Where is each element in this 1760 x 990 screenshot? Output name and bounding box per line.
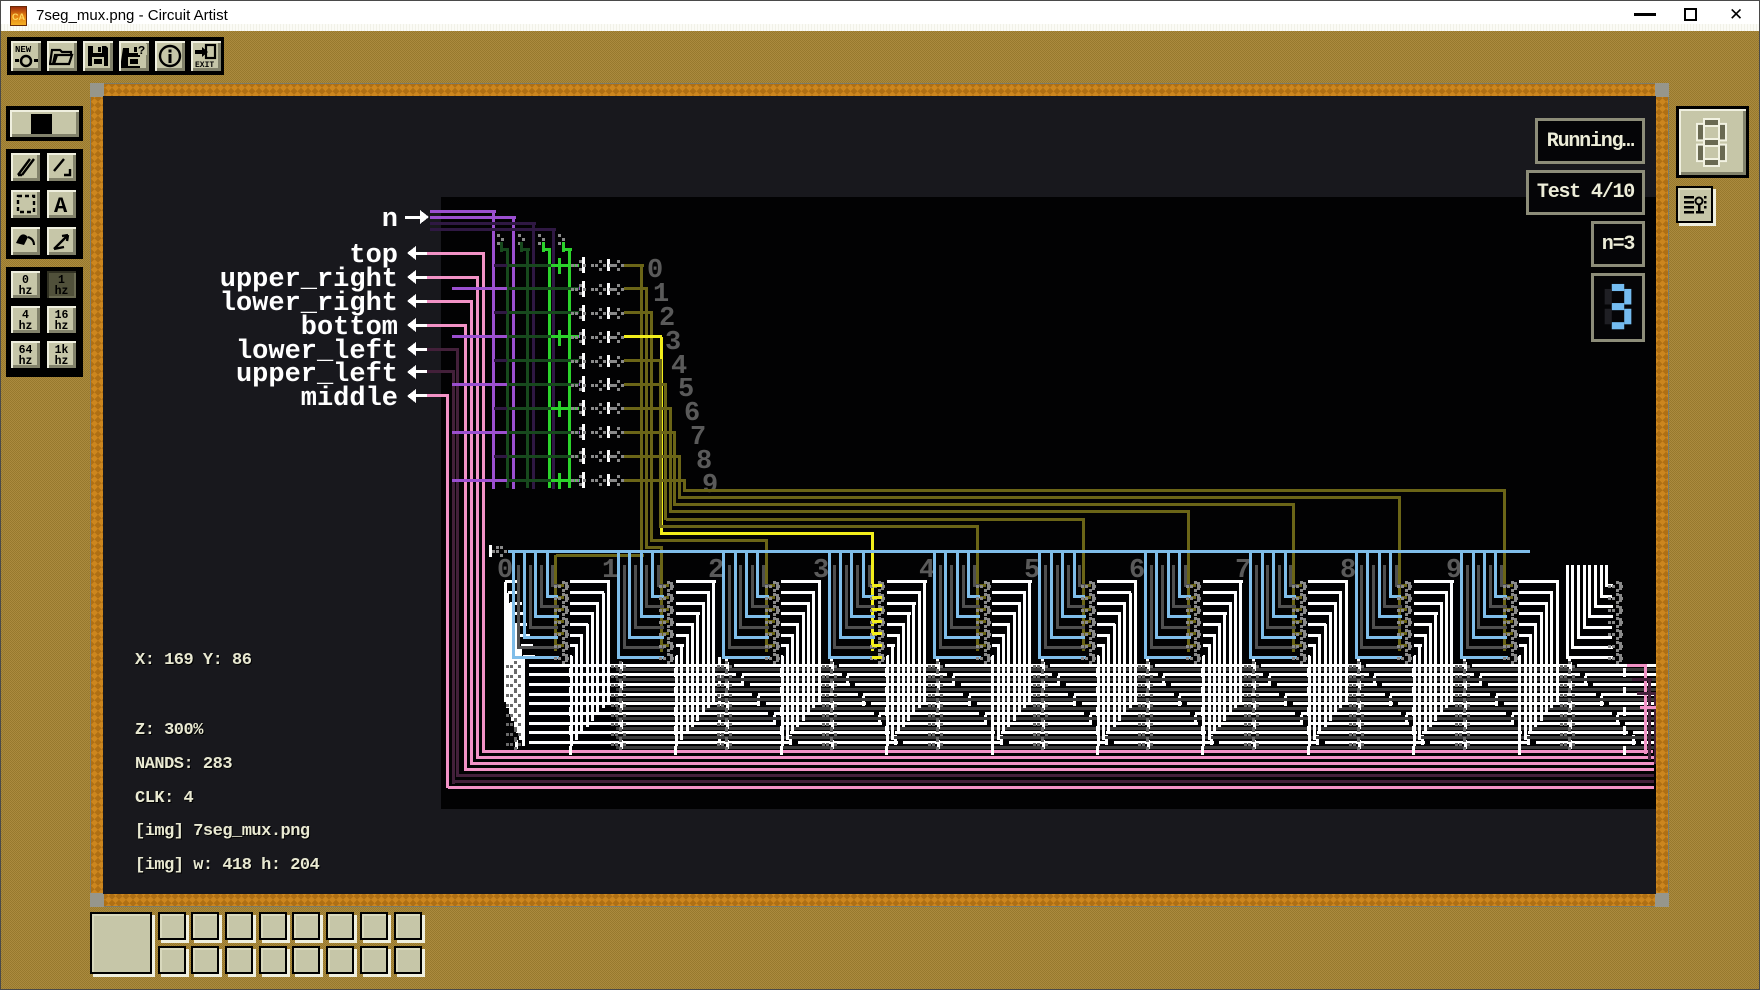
svg-text:9: 9 [702,471,718,501]
svg-text:A: A [54,194,68,216]
svg-text:n: n [382,205,398,235]
svg-text:EXIT: EXIT [195,61,214,69]
svg-text:middle: middle [301,384,398,414]
svg-text:?: ? [138,44,145,58]
svg-text:NEW: NEW [15,45,32,55]
